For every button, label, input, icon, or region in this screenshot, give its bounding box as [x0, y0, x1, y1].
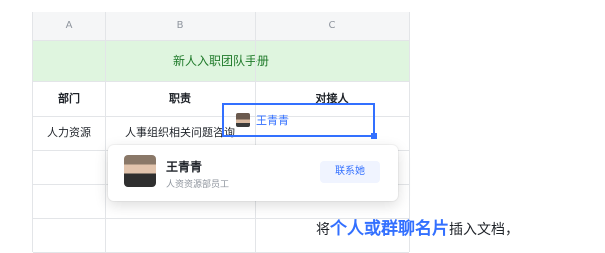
column-header-bar: A B C: [33, 12, 409, 41]
column-header-b[interactable]: B: [105, 12, 255, 40]
contact-avatar: [124, 155, 156, 187]
caption-text: 将个人或群聊名片插入文档，: [316, 214, 519, 239]
caption-prefix: 将: [316, 222, 330, 238]
column-header-a[interactable]: A: [33, 12, 105, 40]
title-banner-cell[interactable]: 新人入职团队手册: [33, 41, 409, 82]
contact-card-popup: 王青青 人资资源部员工 联系她: [108, 145, 398, 201]
column-header-c[interactable]: C: [255, 12, 409, 40]
contact-her-button[interactable]: 联系她: [320, 161, 380, 183]
cell-dept[interactable]: 人力资源: [33, 116, 105, 150]
contact-mention-chip[interactable]: 王青青: [236, 112, 289, 128]
contact-avatar-small: [236, 113, 250, 127]
contact-name: 王青青: [166, 160, 203, 174]
contact-role: 人资资源部员工: [166, 180, 230, 190]
column-divider: [105, 12, 106, 252]
caption-highlight: 个人或群聊名片: [330, 219, 449, 239]
contact-mention-name: 王青青: [256, 114, 289, 127]
caption-suffix: 插入文档，: [449, 222, 519, 238]
banner-title: 新人入职团队手册: [172, 54, 269, 68]
header-dept[interactable]: 部门: [33, 82, 105, 116]
fill-handle[interactable]: [371, 133, 377, 139]
